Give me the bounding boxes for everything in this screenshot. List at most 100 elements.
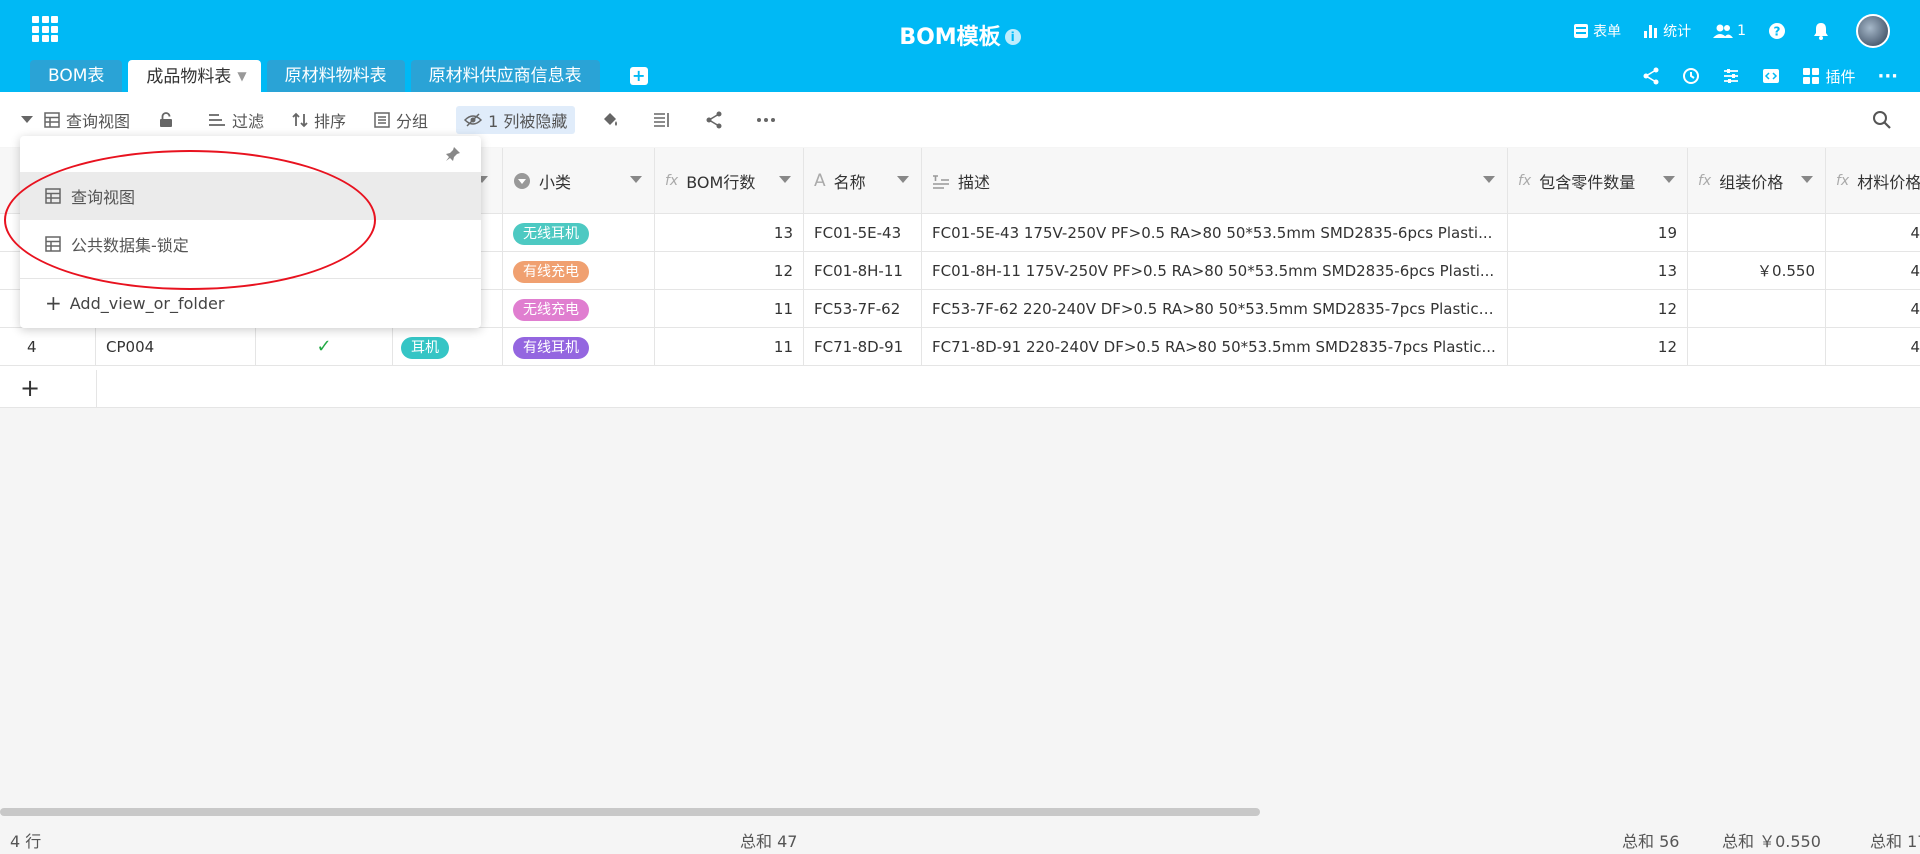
long-text-icon [933,175,949,189]
view-switcher[interactable]: 查询视图 [20,108,130,132]
cell-row-index[interactable]: 4 [0,328,96,366]
sort-button[interactable]: 排序 [292,108,346,132]
cell-name[interactable]: FC53-7F-62 [804,290,922,328]
info-icon[interactable]: i [1004,29,1021,45]
view-item-public-locked[interactable]: 公共数据集-锁定 [20,220,481,268]
form-label: 表单 [1593,24,1622,40]
stats-button[interactable]: 统计 [1643,21,1691,41]
cell-part-qty[interactable]: 13 [1508,252,1688,290]
chevron-down-icon[interactable] [630,176,642,183]
tab-finished-materials[interactable]: 成品物料表 ▼ [128,60,261,92]
cell-material-price[interactable]: 4 [1826,328,1920,366]
column-header-bom-rows[interactable]: fx BOM行数 [655,148,804,214]
chevron-down-icon[interactable] [1801,176,1813,183]
add-table-button[interactable]: + [629,67,648,85]
cell-category[interactable]: 耳机 [393,328,503,366]
cell-material-price[interactable]: 4 [1826,290,1920,328]
check-icon: ✓ [316,336,332,357]
history-button[interactable] [1682,67,1700,85]
help-icon: ? [1769,23,1785,39]
chevron-down-icon[interactable] [1483,176,1495,183]
sum-bom-rows[interactable]: 总和 47 [740,828,797,852]
chevron-down-icon[interactable] [1663,176,1675,183]
cell-material-price[interactable]: 4 [1826,214,1920,252]
chevron-down-icon[interactable] [897,176,909,183]
cell-assembly-price[interactable] [1688,328,1826,366]
tab-raw-suppliers-label: 原材料供应商信息表 [428,66,582,86]
apps-grid-icon[interactable] [32,16,58,42]
cell-checkbox[interactable]: ✓ [256,328,393,366]
column-header-description[interactable]: 描述 [922,148,1508,214]
group-button[interactable]: 分组 [374,108,428,132]
cell-name[interactable]: FC01-8H-11 [804,252,922,290]
tag: 无线充电 [513,298,589,321]
chevron-down-icon[interactable] [779,176,791,183]
cell-part-qty[interactable]: 12 [1508,290,1688,328]
share-view-button[interactable] [705,111,729,129]
cell-bom-rows[interactable]: 12 [655,252,804,290]
notifications-button[interactable] [1812,22,1834,40]
help-glyph: ? [1774,25,1781,39]
settings-button[interactable] [1722,67,1740,85]
cell-bom-rows[interactable]: 11 [655,328,804,366]
sum-material-price[interactable]: 总和 17 [1870,828,1920,852]
bar-chart-icon [1644,25,1658,38]
tab-bom[interactable]: BOM表 [30,60,123,92]
cell-part-qty[interactable]: 19 [1508,214,1688,252]
column-header-material-price[interactable]: fx 材料价格 [1826,148,1920,214]
column-header-part-qty[interactable]: fx 包含零件数量 [1508,148,1688,214]
share-button[interactable] [1642,67,1660,85]
cell-code[interactable]: CP004 [96,328,256,366]
help-button[interactable]: ? [1768,22,1790,40]
user-avatar[interactable] [1856,14,1890,48]
column-header-assembly-price[interactable]: fx 组装价格 [1688,148,1826,214]
share-icon [706,111,722,128]
collaborators-button[interactable]: 1 [1713,23,1746,39]
filter-button[interactable]: 过滤 [208,108,264,132]
hidden-columns-button[interactable]: 1 列被隐藏 [456,105,576,134]
cell-part-qty[interactable]: 12 [1508,328,1688,366]
table-row[interactable]: 4 CP004 ✓ 耳机 有线耳机 11 FC71-8D-91 FC71-8D-… [0,328,1920,366]
horizontal-scrollbar[interactable] [0,808,1260,816]
tab-raw-materials[interactable]: 原材料物料表 [266,60,405,92]
cell-name[interactable]: FC01-5E-43 [804,214,922,252]
sum-part-qty[interactable]: 总和 56 [1622,828,1679,852]
cell-bom-rows[interactable]: 13 [655,214,804,252]
group-icon [374,111,390,128]
cell-assembly-price[interactable]: ￥0.550 [1688,252,1826,290]
cell-subcategory[interactable]: 有线耳机 [503,328,655,366]
plugins-button[interactable]: 插件 [1802,66,1855,87]
add-row-button[interactable]: + [20,374,40,402]
pin-button[interactable] [445,146,461,166]
form-button[interactable]: 表单 [1573,21,1621,41]
cell-bom-rows[interactable]: 11 [655,290,804,328]
sum-assembly-price[interactable]: 总和 ￥0.550 [1722,828,1821,852]
cell-description[interactable]: FC53-7F-62 220-240V DF>0.5 RA>80 50*53.5… [922,290,1508,328]
cell-material-price[interactable]: 4 [1826,252,1920,290]
cell-subcategory[interactable]: 有线充电 [503,252,655,290]
lock-view-button[interactable] [158,111,180,128]
view-item-query[interactable]: 查询视图 [20,172,481,220]
cell-description[interactable]: FC01-5E-43 175V-250V PF>0.5 RA>80 50*53.… [922,214,1508,252]
toolbar-more-button[interactable] [757,117,781,123]
row-color-button[interactable] [601,111,625,129]
cell-description[interactable]: FC71-8D-91 220-240V DF>0.5 RA>80 50*53.5… [922,328,1508,366]
caret-down-icon[interactable]: ▼ [237,60,246,92]
column-header-name[interactable]: A 名称 [804,148,922,214]
cell-subcategory[interactable]: 无线充电 [503,290,655,328]
api-button[interactable] [1762,67,1780,85]
search-button[interactable] [1872,110,1892,134]
more-button[interactable]: ··· [1877,66,1898,87]
tab-raw-suppliers[interactable]: 原材料供应商信息表 [410,60,600,92]
cell-assembly-price[interactable] [1688,214,1826,252]
cell-description[interactable]: FC01-8H-11 175V-250V PF>0.5 RA>80 50*53.… [922,252,1508,290]
add-row: + [0,370,1920,408]
add-view-button[interactable]: + Add_view_or_folder [45,286,224,320]
cell-name[interactable]: FC71-8D-91 [804,328,922,366]
cell-assembly-price[interactable] [1688,290,1826,328]
column-header-subcategory[interactable]: 小类 [503,148,655,214]
summary-footer: 4 行 总和 47 总和 56 总和 ￥0.550 总和 17 [0,820,1920,854]
cell-subcategory[interactable]: 无线耳机 [503,214,655,252]
row-height-button[interactable] [653,112,677,128]
eye-off-icon [464,112,483,127]
